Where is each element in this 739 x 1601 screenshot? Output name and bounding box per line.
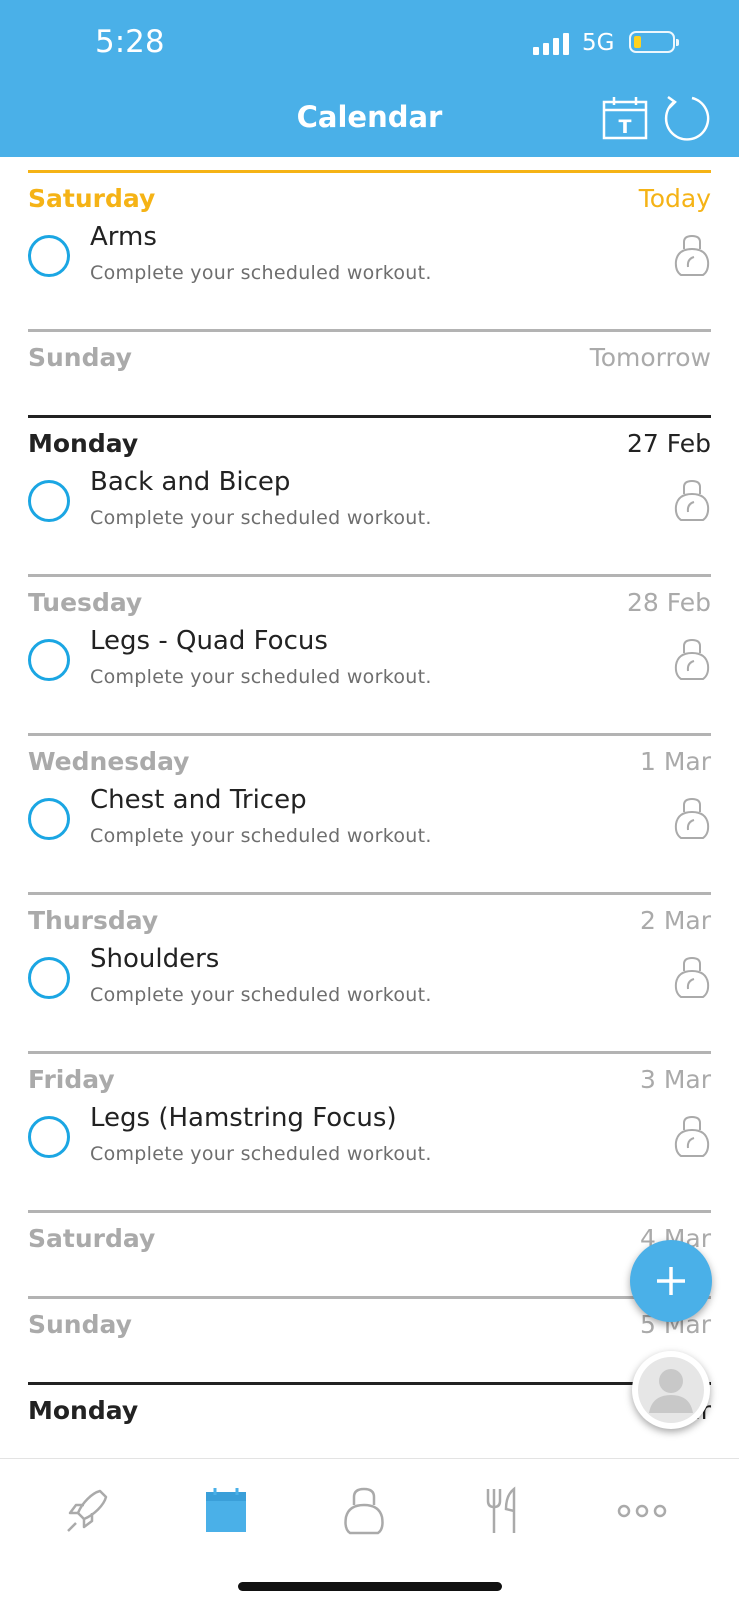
- calendar-list: Saturday Today Arms Complete your scheduled…: [28, 170, 711, 1468]
- complete-checkbox[interactable]: [28, 1116, 70, 1158]
- rocket-icon: [67, 1489, 108, 1532]
- workout-subtitle: Complete your scheduled workout.: [90, 262, 432, 284]
- add-button[interactable]: [630, 1240, 712, 1322]
- day-header: Saturday Today: [28, 173, 711, 219]
- status-time: 5:28: [95, 24, 165, 60]
- day-date: 1 Mar: [639, 747, 711, 776]
- day-name: Thursday: [28, 906, 159, 935]
- day-name: Tuesday: [28, 588, 143, 617]
- day-date: 2 Mar: [639, 906, 711, 935]
- complete-checkbox[interactable]: [28, 480, 70, 522]
- signal-icon: [533, 33, 571, 55]
- complete-checkbox[interactable]: [28, 639, 70, 681]
- more-icon: [617, 1504, 667, 1518]
- complete-checkbox[interactable]: [28, 235, 70, 277]
- workout-item[interactable]: Back and Bicep Complete your scheduled wo…: [28, 464, 711, 574]
- calendar-icon: [206, 1488, 246, 1532]
- day-section: Saturday Today Arms Complete your scheduled…: [28, 170, 711, 329]
- day-name: Saturday: [28, 184, 156, 213]
- avatar-button[interactable]: [632, 1351, 710, 1429]
- network-label: 5G: [582, 30, 615, 56]
- workout-name: Legs (Hamstring Focus): [90, 1103, 397, 1133]
- day-name: Saturday: [28, 1224, 156, 1253]
- tab-bar: [0, 1458, 739, 1601]
- day-name: Monday: [28, 1396, 139, 1425]
- tab-rocket[interactable]: [58, 1485, 118, 1537]
- day-section: Monday 27 Feb Back and Bicep Complete your …: [28, 415, 711, 574]
- day-name: Wednesday: [28, 747, 190, 776]
- day-section: Thursday 2 Mar Shoulders Complete your sche…: [28, 892, 711, 1051]
- day-header: Thursday 2 Mar: [28, 895, 711, 941]
- workout-item[interactable]: Shoulders Complete your scheduled workout…: [28, 941, 711, 1051]
- complete-checkbox[interactable]: [28, 798, 70, 840]
- today-icon-letter: T: [619, 116, 632, 138]
- complete-checkbox[interactable]: [28, 957, 70, 999]
- workout-item[interactable]: Legs (Hamstring Focus) Complete your sche…: [28, 1100, 711, 1210]
- day-date: 3 Mar: [639, 1065, 711, 1094]
- avatar-icon: [638, 1357, 704, 1423]
- day-date: Tomorrow: [589, 343, 711, 372]
- day-header: Tuesday 28 Feb: [28, 577, 711, 623]
- workout-name: Shoulders: [90, 944, 220, 974]
- refresh-button[interactable]: [662, 94, 710, 142]
- day-section: Sunday 5 Mar: [28, 1296, 711, 1382]
- plus-icon: [657, 1267, 685, 1295]
- day-name: Sunday: [28, 1310, 132, 1339]
- workout-name: Chest and Tricep: [90, 785, 307, 815]
- workout-subtitle: Complete your scheduled workout.: [90, 825, 432, 847]
- day-section: Friday 3 Mar Legs (Hamstring Focus) Complet…: [28, 1051, 711, 1210]
- day-date: Today: [638, 184, 711, 213]
- workout-name: Back and Bicep: [90, 467, 291, 497]
- day-header: Friday 3 Mar: [28, 1054, 711, 1100]
- kettlebell-icon: [674, 797, 710, 839]
- day-name: Sunday: [28, 343, 132, 372]
- day-section: Tuesday 28 Feb Legs - Quad Focus Complete y…: [28, 574, 711, 733]
- day-header: Sunday 5 Mar: [28, 1299, 711, 1345]
- tab-calendar[interactable]: [196, 1485, 256, 1537]
- battery-icon: [629, 31, 679, 53]
- tab-more[interactable]: [612, 1485, 672, 1537]
- workout-item[interactable]: Chest and Tricep Complete your scheduled …: [28, 782, 711, 892]
- day-header: Monday 27 Feb: [28, 418, 711, 464]
- day-date: 27 Feb: [626, 429, 711, 458]
- workout-subtitle: Complete your scheduled workout.: [90, 984, 432, 1006]
- day-section: Monday6 Mar: [28, 1382, 711, 1468]
- day-section: Sunday Tomorrow: [28, 329, 711, 415]
- app-header: 5:28 5G Calendar T: [0, 0, 739, 157]
- kettlebell-icon: [674, 234, 710, 276]
- workout-name: Arms: [90, 222, 157, 252]
- workout-item[interactable]: Arms Complete your scheduled workout.: [28, 219, 711, 329]
- kettlebell-icon: [674, 638, 710, 680]
- day-header: Sunday Tomorrow: [28, 332, 711, 378]
- kettlebell-icon: [674, 479, 710, 521]
- day-section: Wednesday 1 Mar Chest and Tricep Complete y…: [28, 733, 711, 892]
- workout-subtitle: Complete your scheduled workout.: [90, 507, 432, 529]
- tab-nutrition[interactable]: [472, 1485, 532, 1537]
- kettlebell-icon: [674, 956, 710, 998]
- workout-subtitle: Complete your scheduled workout.: [90, 666, 432, 688]
- workout-subtitle: Complete your scheduled workout.: [90, 1143, 432, 1165]
- day-name: Monday: [28, 429, 139, 458]
- workout-name: Legs - Quad Focus: [90, 626, 328, 656]
- home-indicator: [238, 1582, 502, 1591]
- day-header: Monday6 Mar: [28, 1385, 711, 1431]
- day-header: Saturday 4 Mar: [28, 1213, 711, 1259]
- day-section: Saturday 4 Mar: [28, 1210, 711, 1296]
- fork-knife-icon: [486, 1486, 516, 1533]
- workout-item[interactable]: Legs - Quad Focus Complete your scheduled…: [28, 623, 711, 733]
- day-header: Wednesday 1 Mar: [28, 736, 711, 782]
- kettlebell-icon: [674, 1115, 710, 1157]
- kettlebell-icon: [344, 1487, 384, 1535]
- today-calendar-button[interactable]: T: [602, 96, 648, 140]
- day-date: 28 Feb: [626, 588, 711, 617]
- day-name: Friday: [28, 1065, 115, 1094]
- tab-workouts[interactable]: [334, 1485, 394, 1537]
